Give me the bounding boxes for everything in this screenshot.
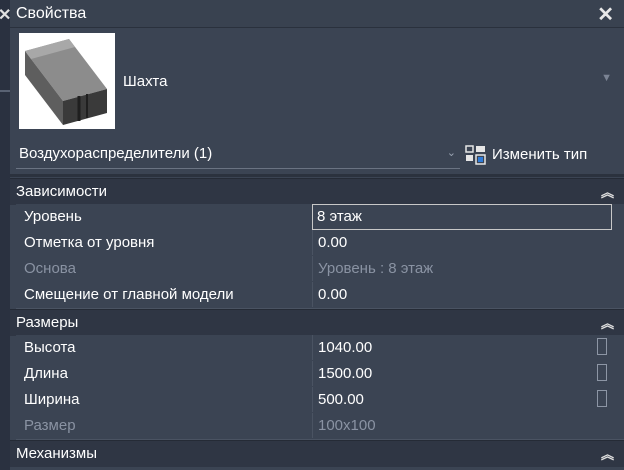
property-row-height[interactable]: Высота 1040.00 <box>16 335 624 362</box>
dropdown-arrow-icon[interactable]: ▼ <box>601 72 612 84</box>
group-title: Размеры <box>16 314 79 331</box>
group-title: Механизмы <box>16 445 97 462</box>
collapse-icon[interactable]: ︽ <box>601 444 614 463</box>
group-mechanisms[interactable]: Механизмы ︽ <box>10 440 624 467</box>
property-name: Уровень <box>24 208 82 225</box>
property-name: Ширина <box>24 391 80 408</box>
property-value: 100x100 <box>318 417 376 434</box>
property-value-field[interactable]: 1040.00 <box>312 335 613 360</box>
type-name: Шахта <box>123 73 168 90</box>
divider <box>10 174 624 177</box>
type-selector[interactable]: Шахта ▼ <box>10 28 624 132</box>
property-row-length[interactable]: Длина 1500.00 <box>16 361 624 388</box>
property-name: Размер <box>24 417 76 434</box>
instance-filter-dropdown[interactable]: Воздухораспределители (1) ⌄ <box>16 141 460 169</box>
group-constraints[interactable]: Зависимости ︽ <box>10 178 624 205</box>
associate-parameter-button[interactable] <box>597 338 607 355</box>
property-row-elevation[interactable]: Отметка от уровня 0.00 <box>16 230 624 257</box>
edit-type-icon <box>465 145 486 165</box>
property-value-field[interactable]: 0.00 <box>312 230 613 255</box>
property-name: Высота <box>24 339 76 356</box>
property-row-host: Основа Уровень : 8 этаж <box>16 256 624 283</box>
property-row-level[interactable]: Уровень 8 этаж <box>16 204 624 231</box>
group-dimensions[interactable]: Размеры ︽ <box>10 309 624 336</box>
property-value[interactable]: 8 этаж <box>317 208 362 225</box>
property-value-field[interactable]: 0.00 <box>312 282 613 307</box>
palette-title: Свойства <box>16 5 87 22</box>
duct-shaft-thumbnail <box>19 33 115 129</box>
property-value-field[interactable]: 1500.00 <box>312 361 613 386</box>
property-value-field[interactable]: 500.00 <box>312 387 613 412</box>
instance-filter-label: Воздухораспределители (1) <box>19 145 213 162</box>
property-value[interactable]: 0.00 <box>318 234 347 251</box>
chevron-down-icon[interactable]: ⌄ <box>447 146 456 159</box>
duct-shaft-icon <box>25 39 107 125</box>
title-bar: Свойства ✕ <box>10 0 624 28</box>
property-name: Смещение от главной модели <box>24 286 234 303</box>
collapse-icon[interactable]: ︽ <box>601 182 614 201</box>
associate-parameter-button[interactable] <box>597 364 607 381</box>
property-value[interactable]: 0.00 <box>318 286 347 303</box>
close-icon[interactable]: ✕ <box>597 2 614 27</box>
property-row-offset[interactable]: Смещение от главной модели 0.00 <box>16 282 624 309</box>
property-row-width[interactable]: Ширина 500.00 <box>16 387 624 414</box>
property-value[interactable]: 1040.00 <box>318 339 372 356</box>
property-value: Уровень : 8 этаж <box>318 260 434 277</box>
property-value-field: Уровень : 8 этаж <box>312 256 613 281</box>
group-title: Зависимости <box>16 183 108 200</box>
properties-grid: Зависимости ︽ Уровень 8 этаж Отметка от … <box>10 178 624 470</box>
property-name: Отметка от уровня <box>24 234 155 251</box>
collapse-icon[interactable]: ︽ <box>601 313 614 332</box>
divider <box>0 90 10 92</box>
property-value-field[interactable]: 8 этаж <box>312 204 612 230</box>
edit-type-label: Изменить тип <box>492 146 588 163</box>
associate-parameter-button[interactable] <box>597 390 607 407</box>
property-value-field: 100x100 <box>312 413 613 438</box>
property-value[interactable]: 1500.00 <box>318 365 372 382</box>
property-name: Основа <box>24 260 76 277</box>
property-value[interactable]: 500.00 <box>318 391 364 408</box>
property-row-size: Размер 100x100 <box>16 413 624 440</box>
properties-palette: Свойства ✕ Шахта ▼ Воздухораспределители… <box>10 0 624 470</box>
left-panel-edge: ✕ <box>0 0 11 470</box>
property-name: Длина <box>24 365 68 382</box>
